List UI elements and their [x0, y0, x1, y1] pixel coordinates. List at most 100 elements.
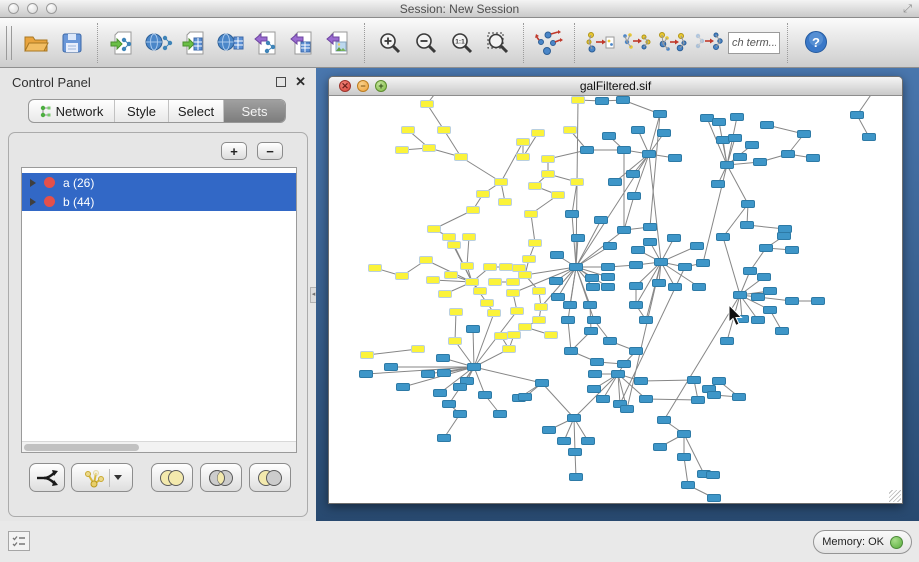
graph-node[interactable]	[587, 284, 600, 291]
graph-node[interactable]	[542, 171, 555, 178]
graph-node[interactable]	[568, 415, 581, 422]
graph-node[interactable]	[517, 139, 530, 146]
graph-node[interactable]	[517, 154, 530, 161]
graph-node[interactable]	[461, 263, 474, 270]
graph-node[interactable]	[529, 183, 542, 190]
graph-node[interactable]	[396, 273, 409, 280]
graph-node[interactable]	[644, 224, 657, 231]
graph-node[interactable]	[595, 217, 608, 224]
tab-style[interactable]: Style	[115, 100, 169, 122]
minimize-window-button[interactable]	[27, 3, 38, 14]
network-window[interactable]: ✕ − + galFiltered.sif	[328, 76, 903, 504]
graph-edge[interactable]	[624, 196, 634, 230]
graph-node[interactable]	[701, 115, 714, 122]
graph-node[interactable]	[707, 472, 720, 479]
network-difference-button[interactable]	[690, 23, 726, 63]
graph-node[interactable]	[422, 371, 435, 378]
export-table-button[interactable]	[285, 23, 321, 63]
zoom-actual-size-button[interactable]: 1:1	[444, 23, 480, 63]
graph-node[interactable]	[570, 264, 583, 271]
graph-node[interactable]	[612, 371, 625, 378]
graph-node[interactable]	[630, 283, 643, 290]
graph-node[interactable]	[752, 317, 765, 324]
memory-status-button[interactable]: Memory: OK	[813, 530, 912, 554]
graph-node[interactable]	[503, 346, 516, 353]
graph-node[interactable]	[721, 162, 734, 169]
graph-node[interactable]	[597, 396, 610, 403]
graph-node[interactable]	[697, 260, 710, 267]
graph-edge[interactable]	[646, 399, 698, 400]
graph-node[interactable]	[713, 378, 726, 385]
graph-node[interactable]	[581, 147, 594, 154]
graph-node[interactable]	[669, 155, 682, 162]
graph-edge[interactable]	[525, 267, 576, 275]
sets-list[interactable]: a (26) b (44)	[21, 167, 297, 453]
graph-node[interactable]	[582, 438, 595, 445]
graph-node[interactable]	[511, 308, 524, 315]
expand-triangle-icon[interactable]	[30, 198, 36, 206]
graph-node[interactable]	[570, 474, 583, 481]
graph-node[interactable]	[669, 284, 682, 291]
graph-node[interactable]	[635, 378, 648, 385]
graph-node[interactable]	[721, 338, 734, 345]
graph-node[interactable]	[495, 333, 508, 340]
graph-node[interactable]	[566, 211, 579, 218]
graph-node[interactable]	[752, 294, 765, 301]
graph-node[interactable]	[507, 279, 520, 286]
graph-node[interactable]	[691, 243, 704, 250]
graph-node[interactable]	[678, 431, 691, 438]
graph-edge[interactable]	[474, 313, 494, 367]
view-resize-grip[interactable]	[889, 490, 901, 502]
graph-node[interactable]	[545, 332, 558, 339]
graph-node[interactable]	[437, 355, 450, 362]
graph-node[interactable]	[761, 122, 774, 129]
graph-edge[interactable]	[723, 237, 740, 295]
graph-node[interactable]	[588, 386, 601, 393]
graph-node[interactable]	[603, 133, 616, 140]
graph-node[interactable]	[692, 397, 705, 404]
tab-network[interactable]: Network	[29, 100, 115, 122]
graph-edge[interactable]	[467, 237, 469, 266]
graph-node[interactable]	[602, 264, 615, 271]
graph-node[interactable]	[658, 130, 671, 137]
graph-node[interactable]	[585, 328, 598, 335]
graph-node[interactable]	[779, 226, 792, 233]
graph-node[interactable]	[744, 268, 757, 275]
graph-node[interactable]	[807, 155, 820, 162]
graph-node[interactable]	[618, 147, 631, 154]
graph-node[interactable]	[758, 274, 771, 281]
minimize-view-button[interactable]: −	[357, 80, 369, 92]
horizontal-scrollbar[interactable]	[22, 441, 296, 452]
network-union-button[interactable]	[654, 23, 690, 63]
graph-node[interactable]	[682, 482, 695, 489]
create-set-button[interactable]	[71, 463, 133, 492]
graph-node[interactable]	[584, 302, 597, 309]
graph-node[interactable]	[604, 243, 617, 250]
graph-edge[interactable]	[574, 374, 618, 418]
graph-node[interactable]	[449, 338, 462, 345]
graph-node[interactable]	[708, 495, 721, 502]
set-row-a[interactable]: a (26)	[22, 173, 296, 192]
graph-node[interactable]	[402, 127, 415, 134]
graph-node[interactable]	[385, 364, 398, 371]
graph-edge[interactable]	[641, 380, 694, 381]
graph-node[interactable]	[533, 288, 546, 295]
graph-node[interactable]	[533, 317, 546, 324]
graph-node[interactable]	[786, 247, 799, 254]
task-history-button[interactable]	[8, 531, 30, 551]
graph-node[interactable]	[434, 390, 447, 397]
graph-node[interactable]	[500, 264, 513, 271]
graph-node[interactable]	[640, 396, 653, 403]
graph-node[interactable]	[863, 134, 876, 141]
close-panel-icon[interactable]: ✕	[295, 74, 306, 90]
graph-node[interactable]	[644, 239, 657, 246]
graph-node[interactable]	[484, 264, 497, 271]
graph-node[interactable]	[668, 235, 681, 242]
graph-node[interactable]	[764, 307, 777, 314]
graph-node[interactable]	[731, 114, 744, 121]
expand-triangle-icon[interactable]	[30, 179, 36, 187]
graph-node[interactable]	[551, 252, 564, 259]
graph-node[interactable]	[812, 298, 825, 305]
graph-node[interactable]	[489, 279, 502, 286]
graph-node[interactable]	[443, 234, 456, 241]
